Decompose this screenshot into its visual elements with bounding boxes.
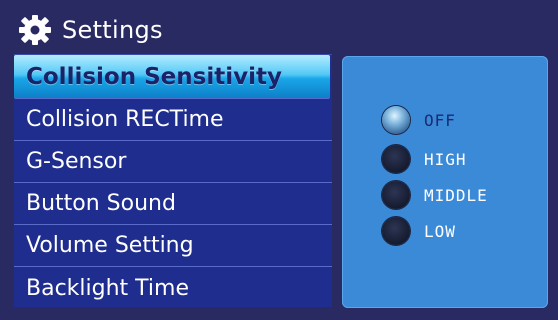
page-title: Settings <box>62 16 163 44</box>
menu-item-label: Volume Setting <box>26 233 194 258</box>
menu-item-volume-setting[interactable]: Volume Setting <box>14 225 332 267</box>
settings-menu: Collision Sensitivity Collision RECTime … <box>14 54 332 307</box>
radio-unchecked-icon[interactable] <box>382 145 410 173</box>
gear-icon <box>19 15 51 45</box>
option-middle[interactable]: MIDDLE <box>382 181 488 209</box>
option-label: LOW <box>424 221 456 241</box>
menu-item-label: Collision RECTime <box>26 107 224 132</box>
menu-item-label: Backlight Time <box>26 275 190 301</box>
header: Settings <box>14 10 163 50</box>
option-off[interactable]: OFF <box>382 106 456 134</box>
menu-item-g-sensor[interactable]: G-Sensor <box>14 141 332 183</box>
option-label: HIGH <box>424 149 467 169</box>
radio-unchecked-icon[interactable] <box>382 181 410 209</box>
menu-item-label: Button Sound <box>26 191 176 216</box>
settings-screen: Settings Collision Sensitivity Collision… <box>0 0 558 320</box>
options-panel: OFF HIGH MIDDLE LOW <box>342 56 548 308</box>
option-label: OFF <box>424 110 456 130</box>
radio-unchecked-icon[interactable] <box>382 217 410 245</box>
radio-checked-icon[interactable] <box>382 106 410 134</box>
option-label: MIDDLE <box>424 185 488 205</box>
menu-item-collision-rectime[interactable]: Collision RECTime <box>14 99 332 141</box>
menu-item-label: G-Sensor <box>26 149 127 174</box>
menu-item-backlight-time[interactable]: Backlight Time <box>14 267 332 309</box>
menu-item-label: Collision Sensitivity <box>26 63 282 90</box>
menu-item-collision-sensitivity[interactable]: Collision Sensitivity <box>14 55 330 99</box>
menu-item-button-sound[interactable]: Button Sound <box>14 183 332 225</box>
option-low[interactable]: LOW <box>382 217 456 245</box>
option-high[interactable]: HIGH <box>382 145 467 173</box>
